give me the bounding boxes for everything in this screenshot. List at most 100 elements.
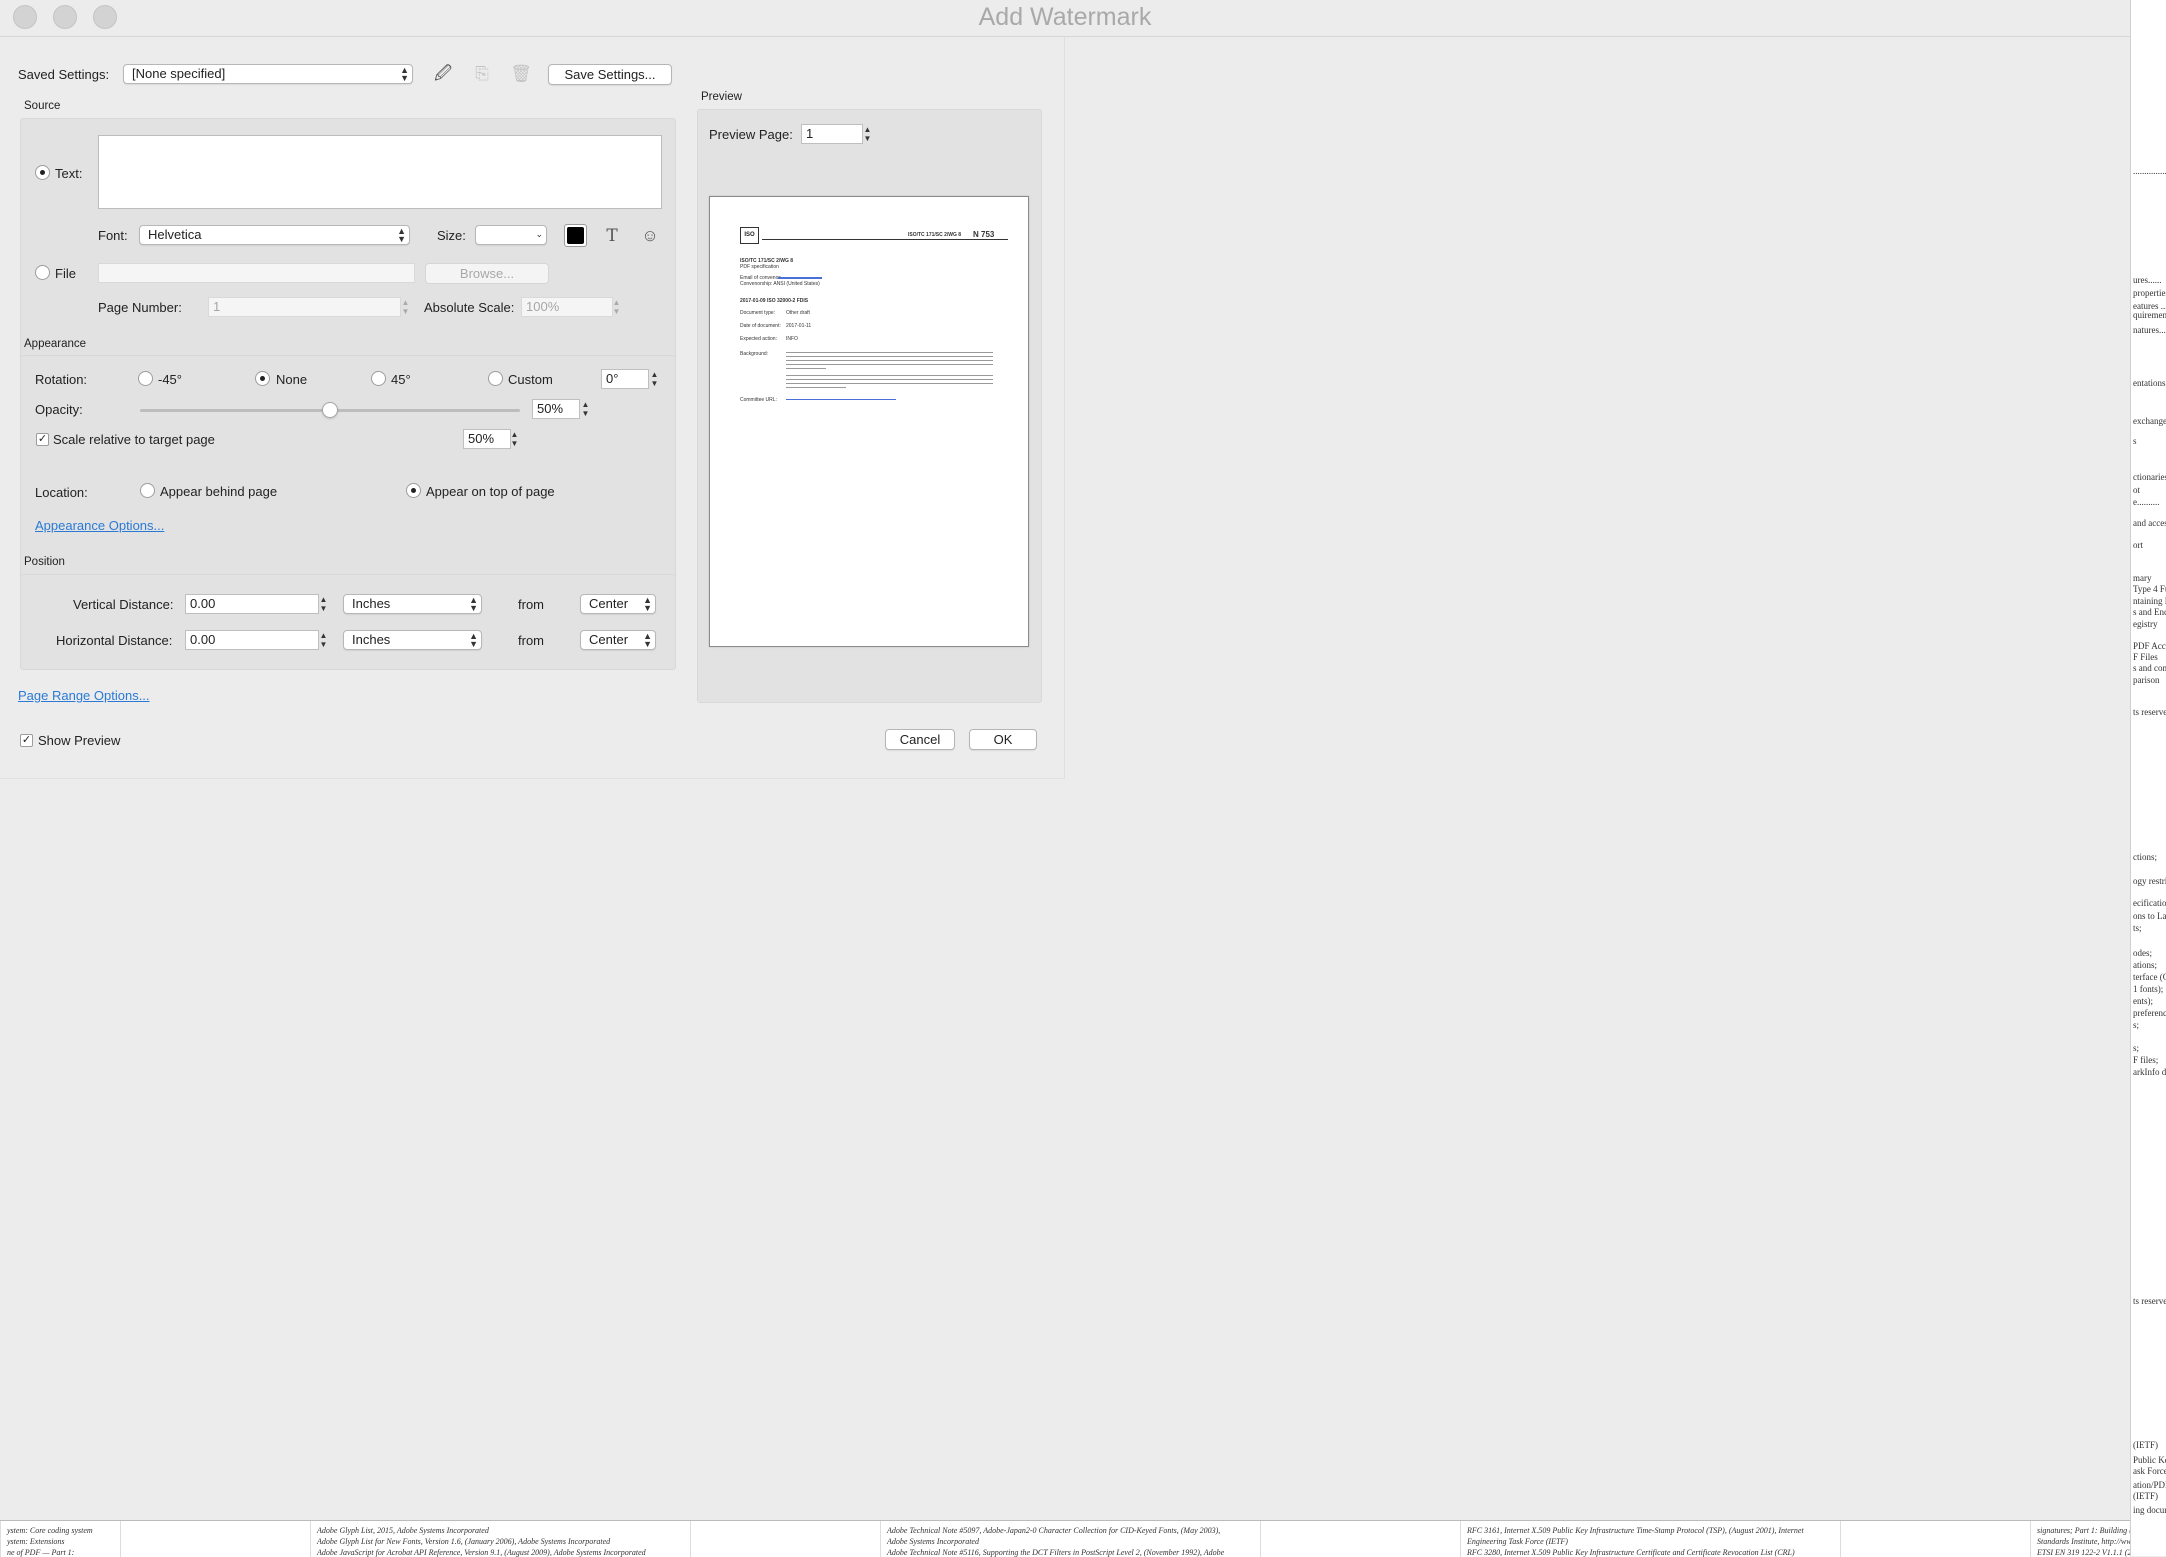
rotation-none-label: None	[276, 372, 308, 387]
popup-arrows-icon: ▲ ▼	[397, 226, 406, 244]
show-preview-checkbox[interactable]: ✓	[20, 734, 33, 747]
doc-text-line	[786, 368, 826, 369]
window-title: Add Watermark	[978, 3, 1152, 31]
font-label: Font:	[98, 228, 128, 243]
popup-arrows-icon: ▲ ▼	[469, 631, 478, 649]
vertical-unit-popup[interactable]: Inches ▲ ▼	[343, 594, 482, 614]
preview-page-stepper[interactable]: ▲ ▼	[862, 125, 873, 145]
vertical-from-label: from	[518, 597, 544, 612]
vertical-from-popup[interactable]: Center ▲ ▼	[580, 594, 656, 614]
horizontal-distance-field[interactable]: 0.00	[185, 630, 319, 650]
rotation-custom-radio[interactable]	[488, 371, 503, 386]
vertical-distance-label: Vertical Distance:	[73, 597, 174, 612]
vertical-from-value: Center	[589, 596, 629, 611]
rotation-minus45-label: -45°	[158, 372, 182, 387]
text-format-icon[interactable]: T	[600, 225, 624, 247]
doc-header-right: ISO/TC 171/SC 2/WG 8	[908, 232, 962, 238]
doc-row-key: Document type:	[740, 310, 776, 316]
watermark-text-area[interactable]	[98, 135, 662, 209]
text-color-swatch[interactable]	[564, 224, 587, 247]
horizontal-from-popup[interactable]: Center ▲ ▼	[580, 630, 656, 650]
chevron-down-icon: ⌄	[535, 229, 543, 239]
vertical-unit-value: Inches	[352, 596, 391, 611]
doc-background-label: Background:	[740, 351, 769, 357]
rotation-none-radio[interactable]	[255, 371, 270, 386]
doc-text-line	[786, 356, 993, 357]
doc-row-key: Expected action:	[740, 336, 777, 342]
doc-title-line: 2017-01-09 ISO 32000-2 FDIS	[740, 298, 809, 304]
popup-arrows-icon: ▲ ▼	[400, 65, 409, 83]
appearance-section-title: Appearance	[24, 338, 87, 350]
scale-value-stepper[interactable]: ▲ ▼	[509, 430, 520, 450]
scale-value-field[interactable]: 50%	[463, 429, 511, 449]
header-rule	[762, 239, 1008, 240]
vertical-distance-stepper[interactable]: ▲ ▼	[318, 595, 329, 615]
font-value: Helvetica	[148, 227, 202, 242]
absolute-scale-field: 100%	[521, 297, 613, 317]
import-settings-icon: ⎘	[475, 64, 489, 83]
rotation-45-radio[interactable]	[371, 371, 386, 386]
doc-row-value: 2017-01-11	[786, 323, 812, 329]
position-section-label: Position	[24, 556, 65, 568]
person-icon[interactable]: ☺	[638, 225, 662, 247]
opacity-stepper[interactable]: ▲ ▼	[580, 400, 591, 420]
horizontal-unit-popup[interactable]: Inches ▲ ▼	[343, 630, 482, 650]
saved-settings-value: [None specified]	[132, 66, 226, 81]
doc-row-key: Date of document:	[740, 323, 781, 329]
custom-angle-field[interactable]: 0°	[601, 369, 649, 389]
horizontal-from-label: from	[518, 633, 544, 648]
save-settings-button[interactable]: Save Settings...	[548, 64, 672, 85]
rotation-45-label: 45°	[391, 372, 411, 387]
horizontal-unit-value: Inches	[352, 632, 391, 647]
scale-relative-label: Scale relative to target page	[53, 432, 215, 447]
doc-row-value: Other draft	[786, 310, 810, 316]
doc-text-line	[786, 375, 993, 376]
font-popup[interactable]: Helvetica ▲ ▼	[139, 225, 410, 245]
file-source-label: File	[55, 266, 76, 281]
preview-page-label: Preview Page:	[709, 127, 793, 142]
ok-button[interactable]: OK	[969, 729, 1037, 750]
size-combo[interactable]: ⌄	[475, 225, 547, 245]
absolute-scale-stepper: ▲ ▼	[612, 298, 621, 316]
custom-angle-stepper[interactable]: ▲ ▼	[649, 370, 660, 390]
position-group	[20, 574, 676, 670]
rotation-label: Rotation:	[35, 372, 88, 387]
delete-settings-icon: 🗑	[510, 64, 532, 83]
scale-relative-checkbox[interactable]: ✓	[36, 433, 49, 446]
opacity-field[interactable]: 50%	[532, 399, 580, 419]
text-color-fill	[567, 227, 584, 244]
popup-arrows-icon: ▲ ▼	[643, 631, 652, 649]
doc-line2: PDF specification	[740, 264, 779, 270]
appear-behind-radio[interactable]	[140, 483, 155, 498]
preview-page-field[interactable]: 1	[801, 124, 863, 144]
background-document: ................. ures...... properties …	[2130, 0, 2166, 1556]
source-section-label: Source	[24, 100, 61, 112]
page-number-field: 1	[208, 297, 401, 317]
doc-committee-url-link	[786, 399, 896, 400]
page-range-options-link[interactable]: Page Range Options...	[18, 688, 150, 703]
appearance-group	[20, 355, 676, 585]
rotation-minus45-radio[interactable]	[138, 371, 153, 386]
appearance-options-link[interactable]: Appearance Options...	[35, 518, 164, 533]
horizontal-distance-stepper[interactable]: ▲ ▼	[318, 631, 329, 651]
doc-committee-url-label: Committee URL:	[740, 397, 777, 403]
doc-text-line	[786, 360, 993, 361]
saved-settings-label: Saved Settings:	[18, 67, 110, 82]
file-source-radio[interactable]	[35, 265, 50, 280]
text-source-radio[interactable]	[35, 165, 50, 180]
doc-text-line	[786, 352, 993, 353]
background-document-footer: ystem: Core coding system ystem: Extensio…	[0, 1520, 2130, 1557]
horizontal-distance-label: Horizontal Distance:	[56, 633, 173, 648]
vertical-distance-field[interactable]: 0.00	[185, 594, 319, 614]
location-label: Location:	[35, 485, 88, 500]
page-number-label: Page Number:	[98, 300, 182, 315]
saved-settings-popup[interactable]: [None specified] ▲ ▼	[123, 64, 413, 84]
iso-logo: ISO	[740, 227, 759, 244]
opacity-slider-thumb[interactable]	[322, 402, 338, 418]
doc-text-line	[786, 383, 993, 384]
add-watermark-dialog: Saved Settings: [None specified] ▲ ▼ 🖉 ⎘ …	[0, 37, 1065, 779]
doc-number: N 753	[973, 230, 995, 239]
cancel-button[interactable]: Cancel	[885, 729, 955, 750]
appear-on-top-radio[interactable]	[406, 483, 421, 498]
edit-settings-icon[interactable]: 🖉	[431, 63, 455, 85]
